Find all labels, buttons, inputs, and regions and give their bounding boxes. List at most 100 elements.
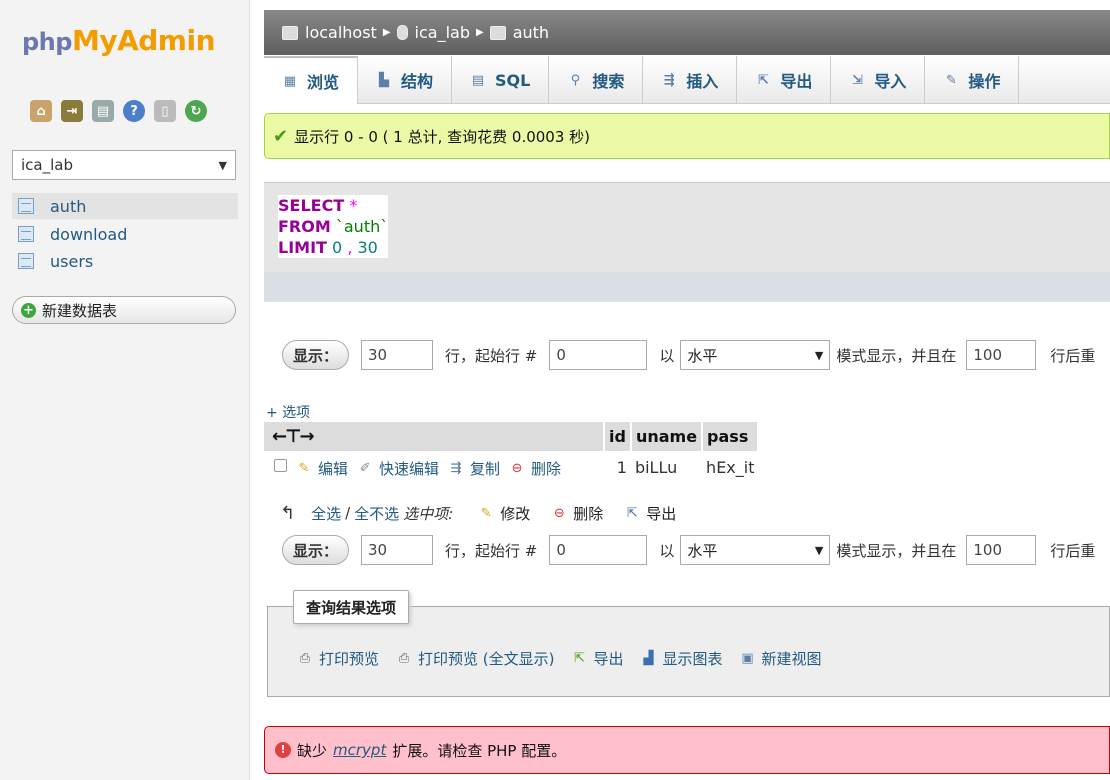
reload-icon[interactable]: ↻ <box>185 100 207 122</box>
tab-label: 搜索 <box>592 72 625 91</box>
quick-edit-button[interactable]: ✐ 快速编辑 <box>356 458 439 479</box>
logo-php-text: php <box>22 28 72 56</box>
column-resize-icon[interactable]: ←⊤→ <box>264 422 605 451</box>
server-icon <box>282 25 298 40</box>
repeat-headers-input[interactable]: 100 <box>966 535 1037 565</box>
export-icon: ⇱ <box>574 651 585 666</box>
database-select[interactable]: ica_lab ▼ <box>12 150 236 180</box>
query-results-legend: 查询结果选项 <box>293 590 410 624</box>
insert-icon: ⇶ <box>663 72 675 88</box>
logo-my-text: My <box>71 24 118 57</box>
sidebar-item-label: auth <box>50 196 87 216</box>
uncheck-all-link[interactable]: 全不选 <box>354 503 399 524</box>
show-button[interactable]: 显示： <box>282 535 350 565</box>
error-message: ! 缺少 mcrypt 扩展。请检查 PHP 配置。 <box>264 726 1110 774</box>
breadcrumb-separator-icon: ▶ <box>382 27 391 38</box>
success-text: 显示行 0 - 0 ( 1 总计, 查询花费 0.0003 秒) <box>294 127 591 146</box>
sidebar-item-users[interactable]: users <box>12 248 238 274</box>
print-preview-link[interactable]: ⎙ 打印预览 <box>296 648 379 669</box>
bulk-delete-button[interactable]: ⊖ 删除 <box>550 503 603 524</box>
rows-input[interactable]: 30 <box>361 535 434 565</box>
breadcrumb-database[interactable]: ica_lab <box>396 23 470 42</box>
sidebar-item-download[interactable]: download <box>12 221 238 247</box>
breadcrumb-separator-icon: ▶ <box>475 27 484 38</box>
pencil-icon: ✎ <box>298 460 310 476</box>
mode-label: 模式显示，并且在 <box>836 541 957 560</box>
column-header-pass[interactable]: pass <box>702 422 760 451</box>
print-preview-full-label: 打印预览 (全文显示) <box>418 650 555 668</box>
tab-operations[interactable]: ✎ 操作 <box>925 56 1020 104</box>
help-icon[interactable]: ? <box>123 100 145 122</box>
copy-button[interactable]: ⇶ 复制 <box>447 458 500 479</box>
rows-input[interactable]: 30 <box>361 340 434 370</box>
edit-button[interactable]: ✎ 编辑 <box>295 458 348 479</box>
breadcrumb-database-label: ica_lab <box>414 23 470 42</box>
export-link[interactable]: ⇱ 导出 <box>571 648 623 669</box>
tab-search[interactable]: ⚲ 搜索 <box>549 56 644 104</box>
export-icon: ⇱ <box>757 72 769 88</box>
breadcrumb-server[interactable]: localhost <box>282 23 377 42</box>
display-chart-label: 显示图表 <box>662 650 723 668</box>
sql-star: * <box>349 196 358 215</box>
display-mode-select[interactable]: 水平 ▼ <box>680 535 831 565</box>
error-suffix: 扩展。请检查 PHP 配置。 <box>392 741 567 760</box>
display-mode-select[interactable]: 水平 ▼ <box>680 340 831 370</box>
tab-label: 插入 <box>686 72 719 91</box>
tab-label: 导出 <box>780 72 813 91</box>
tab-insert[interactable]: ⇶ 插入 <box>643 56 738 104</box>
column-header-id[interactable]: id <box>604 422 632 451</box>
check-all-link[interactable]: 全选 <box>311 503 341 524</box>
breadcrumb-table-label: auth <box>512 23 550 42</box>
bulk-change-label: 修改 <box>500 504 531 523</box>
tab-export[interactable]: ⇱ 导出 <box>737 56 832 104</box>
view-icon: ▣ <box>741 651 754 666</box>
tab-label: 操作 <box>968 72 1001 91</box>
home-icon[interactable]: ⌂ <box>30 100 52 122</box>
start-row-input[interactable]: 0 <box>549 535 648 565</box>
search-icon: ⚲ <box>570 72 581 88</box>
new-table-button[interactable]: + 新建数据表 <box>12 296 236 324</box>
options-link[interactable]: + 选项 <box>266 402 310 422</box>
cell-uname: biLLu <box>634 458 678 477</box>
with-label: 以 <box>659 346 675 365</box>
breadcrumb-table[interactable]: auth <box>489 23 550 42</box>
delete-button[interactable]: ⊖ 删除 <box>508 458 561 479</box>
print-preview-full-link[interactable]: ⎙ 打印预览 (全文显示) <box>395 648 555 669</box>
sql-query-icon[interactable]: ▤ <box>92 100 114 122</box>
sidebar-item-auth[interactable]: auth <box>12 193 238 219</box>
sidebar-item-label: users <box>50 251 94 271</box>
tab-browse[interactable]: ▦ 浏览 <box>264 56 359 104</box>
navigation-row-top: 显示： 30 行，起始行 # 0 以 水平 ▼ 模式显示，并且在 100 行后重 <box>282 339 1110 371</box>
tab-label: 导入 <box>874 72 907 91</box>
printer-icon: ⎙ <box>299 651 311 666</box>
tab-sql[interactable]: ▤ SQL <box>452 56 550 104</box>
mcrypt-doc-link[interactable]: mcrypt <box>333 741 386 759</box>
logo-admin-text: Admin <box>117 24 215 57</box>
phpmyadmin-logo[interactable]: phpMyAdmin <box>22 24 215 57</box>
repeat-headers-input[interactable]: 100 <box>966 340 1037 370</box>
tab-label: 结构 <box>401 72 434 91</box>
error-icon: ! <box>275 742 291 758</box>
row-checkbox[interactable] <box>274 458 287 472</box>
table-icon <box>18 198 34 214</box>
quick-edit-label: 快速编辑 <box>379 459 440 478</box>
logout-icon[interactable]: ⇥ <box>61 100 83 122</box>
start-row-value: 0 <box>556 346 566 364</box>
display-chart-link[interactable]: ▟ 显示图表 <box>640 648 723 669</box>
create-view-link[interactable]: ▣ 新建视图 <box>739 648 821 669</box>
rows-input-value: 30 <box>368 346 388 364</box>
docs-icon[interactable]: ▯ <box>154 100 176 122</box>
tab-import[interactable]: ⇲ 导入 <box>831 56 926 104</box>
bulk-export-button[interactable]: ⇱ 导出 <box>623 503 676 524</box>
chevron-down-icon: ▼ <box>814 348 824 362</box>
bulk-change-button[interactable]: ✎ 修改 <box>477 503 530 524</box>
tab-structure[interactable]: ▙ 结构 <box>358 56 453 104</box>
column-header-uname[interactable]: uname <box>630 422 704 451</box>
start-row-input[interactable]: 0 <box>549 340 648 370</box>
sql-comma: , <box>347 238 353 257</box>
cell-id: 1 <box>616 458 627 477</box>
error-prefix: 缺少 <box>297 741 328 760</box>
show-button[interactable]: 显示： <box>282 340 350 370</box>
chevron-down-icon: ▼ <box>218 158 227 172</box>
sql-keyword-limit: LIMIT <box>278 238 327 257</box>
